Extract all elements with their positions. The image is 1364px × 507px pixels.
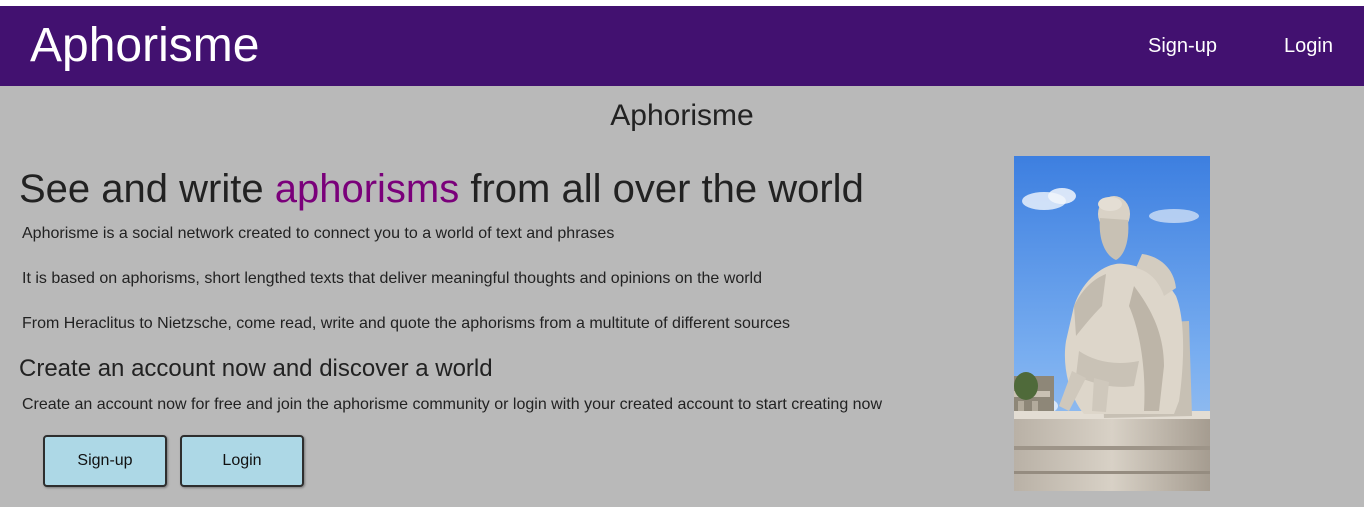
intro-paragraph: Aphorisme is a social network created to… bbox=[22, 225, 615, 242]
navbar: Aphorisme Sign-up Login bbox=[0, 6, 1364, 86]
nav-signup-link[interactable]: Sign-up bbox=[1148, 34, 1217, 58]
description-paragraph: It is based on aphorisms, short lengthed… bbox=[22, 270, 763, 287]
brand-logo-link[interactable]: Aphorisme bbox=[30, 18, 259, 74]
socrates-statue-image bbox=[1014, 156, 1210, 491]
headline-text-start: See and write bbox=[19, 167, 275, 211]
login-button[interactable]: Login bbox=[180, 435, 304, 487]
cta-paragraph: Create an account now for free and join … bbox=[22, 396, 883, 413]
headline-accent-word: aphorisms bbox=[274, 167, 460, 211]
cta-heading: Create an account now and discover a wor… bbox=[19, 355, 493, 382]
main-content: Aphorisme See and write aphorisms from a… bbox=[0, 86, 1364, 507]
signup-button[interactable]: Sign-up bbox=[43, 435, 167, 487]
headline-text-end: from all over the world bbox=[459, 167, 864, 211]
hero-headline: See and write aphorisms from all over th… bbox=[19, 166, 864, 212]
page-title: Aphorisme bbox=[610, 99, 754, 132]
sources-paragraph: From Heraclitus to Nietzsche, come read,… bbox=[22, 315, 791, 332]
nav-login-link[interactable]: Login bbox=[1284, 34, 1333, 58]
